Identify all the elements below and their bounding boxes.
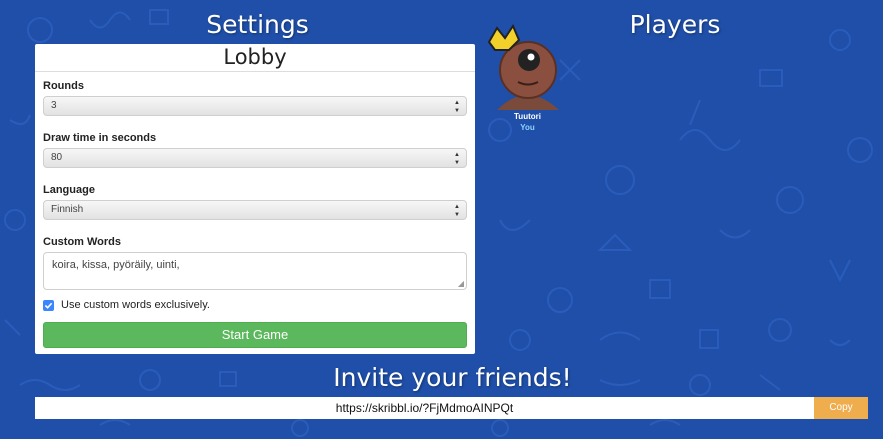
settings-heading: Settings xyxy=(206,10,309,39)
invite-link-input[interactable]: https://skribbl.io/?FjMdmoAINPQt xyxy=(35,397,814,419)
exclusive-checkbox-row[interactable]: Use custom words exclusively. xyxy=(43,298,210,312)
rounds-select[interactable]: 3 ▲ ▼ xyxy=(43,96,467,116)
player-you-tag: You xyxy=(520,123,535,132)
exclusive-checkbox[interactable] xyxy=(43,299,54,311)
checkmark-icon xyxy=(44,302,53,309)
draw-time-select[interactable]: 80 ▲ ▼ xyxy=(43,148,467,168)
player-name: Tuutori xyxy=(514,112,541,121)
player-card[interactable]: Tuutori You xyxy=(485,23,570,139)
start-game-button[interactable]: Start Game xyxy=(43,322,467,348)
copy-button[interactable]: Copy xyxy=(814,397,868,419)
draw-time-value: 80 xyxy=(51,152,63,163)
language-label: Language xyxy=(43,184,95,196)
player-avatar xyxy=(487,23,559,110)
lobby-title: Lobby xyxy=(35,44,475,72)
custom-words-label: Custom Words xyxy=(43,236,122,248)
language-select[interactable]: Finnish ▲ ▼ xyxy=(43,200,467,220)
select-arrows-icon: ▲ ▼ xyxy=(454,204,460,218)
rounds-value: 3 xyxy=(51,100,57,111)
language-value: Finnish xyxy=(51,204,84,215)
custom-words-value: koira, kissa, pyöräily, uinti, xyxy=(52,259,180,271)
select-arrows-icon: ▲ ▼ xyxy=(454,100,460,114)
resize-grip-icon[interactable]: ◢ xyxy=(458,279,464,288)
invite-heading: Invite your friends! xyxy=(333,363,572,392)
exclusive-label: Use custom words exclusively. xyxy=(61,299,210,311)
players-heading: Players xyxy=(629,10,721,39)
invite-bar: https://skribbl.io/?FjMdmoAINPQt Copy xyxy=(35,397,868,419)
draw-time-label: Draw time in seconds xyxy=(43,132,157,144)
select-arrows-icon: ▲ ▼ xyxy=(454,152,460,166)
custom-words-textarea[interactable]: koira, kissa, pyöräily, uinti, ◢ xyxy=(43,252,467,290)
rounds-label: Rounds xyxy=(43,80,84,92)
lobby-settings-panel: Lobby Rounds 3 ▲ ▼ Draw time in seconds 8… xyxy=(35,44,475,354)
